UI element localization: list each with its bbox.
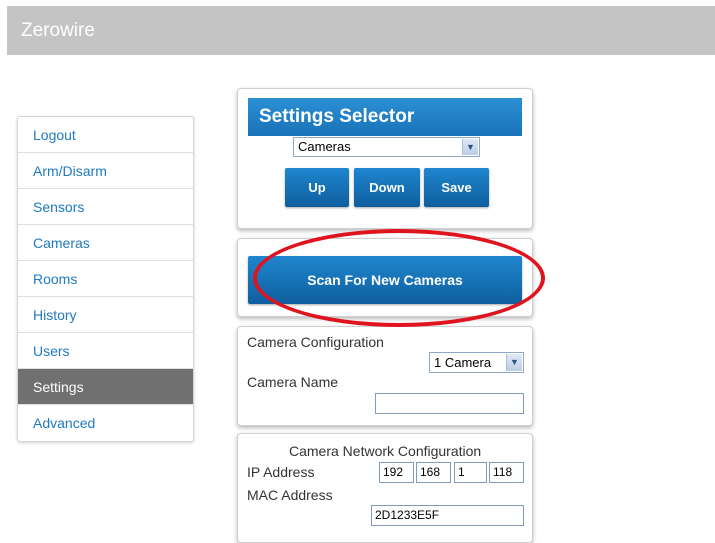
camera-name-input[interactable] [375,393,524,414]
sidebar-item-settings[interactable]: Settings [18,369,193,405]
ip-octet-3-input[interactable]: 1 [454,462,487,483]
sidebar-item-users[interactable]: Users [18,333,193,369]
mac-address-input[interactable]: 2D1233E5F [371,505,524,526]
sidebar-item-arm-disarm[interactable]: Arm/Disarm [18,153,193,189]
up-button[interactable]: Up [285,168,349,207]
ip-octet-2-input[interactable]: 168 [416,462,451,483]
settings-selector-panel: Settings Selector Cameras ▼ Up Down Save [237,88,533,229]
sidebar-item-cameras[interactable]: Cameras [18,225,193,261]
sidebar-item-sensors[interactable]: Sensors [18,189,193,225]
settings-selector-title: Settings Selector [248,98,522,136]
top-bar: Zerowire [7,6,715,55]
chevron-down-icon[interactable]: ▼ [506,354,522,371]
sidebar-item-history[interactable]: History [18,297,193,333]
sidebar-item-logout[interactable]: Logout [18,117,193,153]
settings-category-value: Cameras [298,139,351,154]
save-button[interactable]: Save [424,168,489,207]
mac-address-label: MAC Address [247,487,333,503]
ip-octet-4-input[interactable]: 118 [489,462,524,483]
sidebar-item-advanced[interactable]: Advanced [18,405,193,441]
scan-panel: Scan For New Cameras [237,238,533,317]
camera-count-select[interactable]: 1 Camera ▼ [429,352,524,373]
settings-category-select[interactable]: Cameras ▼ [293,137,480,157]
sidebar-nav: Logout Arm/Disarm Sensors Cameras Rooms … [17,116,194,442]
network-configuration-panel: Camera Network Configuration IP Address … [237,433,533,543]
scan-for-new-cameras-button[interactable]: Scan For New Cameras [248,256,522,304]
chevron-down-icon[interactable]: ▼ [462,139,478,155]
camera-configuration-title: Camera Configuration [247,334,384,350]
ip-address-label: IP Address [247,464,315,480]
ip-octet-1-input[interactable]: 192 [379,462,414,483]
network-configuration-title: Camera Network Configuration [289,443,482,459]
camera-configuration-panel: Camera Configuration 1 Camera ▼ Camera N… [237,326,533,426]
camera-count-value: 1 Camera [434,355,492,370]
down-button[interactable]: Down [354,168,420,207]
sidebar-item-rooms[interactable]: Rooms [18,261,193,297]
camera-name-label: Camera Name [247,374,339,390]
app-title: Zerowire [21,20,95,41]
